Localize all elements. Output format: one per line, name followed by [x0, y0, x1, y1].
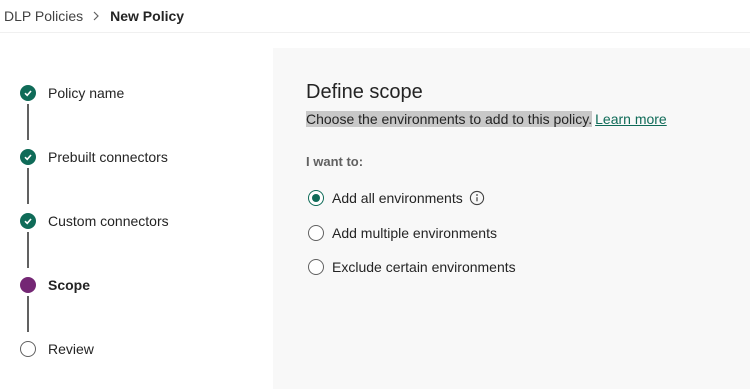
checkmark-icon: [20, 85, 36, 101]
step-label: Review: [48, 341, 94, 357]
step-label: Custom connectors: [48, 213, 169, 229]
current-step-icon: [20, 277, 36, 293]
step-custom-connectors[interactable]: Custom connectors: [20, 210, 169, 232]
radio-button-unchecked[interactable]: [308, 225, 324, 241]
learn-more-link[interactable]: Learn more: [595, 111, 667, 127]
info-icon[interactable]: [469, 190, 485, 206]
step-connector: [27, 168, 29, 204]
step-prebuilt-connectors[interactable]: Prebuilt connectors: [20, 146, 168, 168]
step-review[interactable]: Review: [20, 338, 94, 360]
checkmark-icon: [20, 213, 36, 229]
step-label: Policy name: [48, 85, 125, 101]
radio-add-all-environments[interactable]: Add all environments: [308, 188, 485, 208]
chevron-right-icon: [92, 11, 100, 21]
scope-description: Choose the environments to add to this p…: [306, 109, 667, 129]
breadcrumb: DLP Policies New Policy: [0, 0, 750, 32]
step-connector: [27, 296, 29, 332]
radio-button-checked[interactable]: [308, 190, 324, 206]
radio-button-unchecked[interactable]: [308, 259, 324, 275]
step-scope[interactable]: Scope: [20, 274, 90, 296]
header-divider: [0, 32, 750, 33]
wizard-stepper: Policy name Prebuilt connectors Custom c…: [0, 48, 273, 389]
scope-panel: Define scope Choose the environments to …: [273, 48, 750, 389]
radio-label: Add all environments: [332, 190, 463, 206]
step-label: Prebuilt connectors: [48, 149, 168, 165]
radio-add-multiple-environments[interactable]: Add multiple environments: [308, 223, 497, 243]
checkmark-icon: [20, 149, 36, 165]
step-connector: [27, 232, 29, 268]
breadcrumb-dlp-policies-link[interactable]: DLP Policies: [4, 8, 83, 24]
radio-exclude-certain-environments[interactable]: Exclude certain environments: [308, 257, 516, 277]
step-connector: [27, 104, 29, 140]
radio-label: Add multiple environments: [332, 225, 497, 241]
page-title: Define scope: [306, 81, 423, 103]
empty-circle-icon: [20, 341, 36, 357]
breadcrumb-current-page: New Policy: [110, 8, 185, 24]
step-policy-name[interactable]: Policy name: [20, 82, 124, 104]
radio-label: Exclude certain environments: [332, 259, 516, 275]
description-text: Choose the environments to add to this p…: [306, 111, 593, 127]
step-label: Scope: [48, 277, 91, 293]
options-prompt: I want to:: [306, 154, 364, 169]
